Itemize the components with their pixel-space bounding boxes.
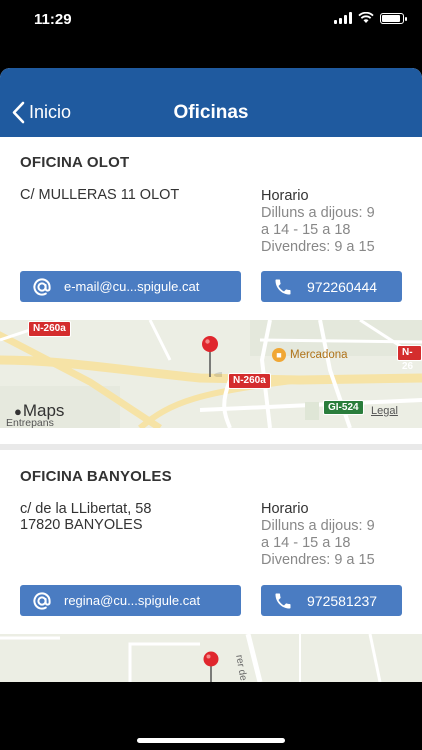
page-title: Oficinas: [173, 102, 249, 123]
office-hours: Horario Dilluns a dijous: 9 a 14 - 15 a …: [261, 188, 411, 256]
hours-line: a 14 - 15 a 18: [261, 222, 351, 238]
status-bar: 11:29: [0, 0, 422, 40]
hours-line: Dilluns a dijous: 9: [261, 205, 375, 221]
office-address: c/ de la LLibertat, 58 17820 BANYOLES: [20, 501, 240, 533]
hours-line: Divendres: 9 a 15: [261, 239, 375, 255]
road-shield: N-260a: [228, 373, 271, 389]
poi-mercadona[interactable]: ■ Mercadona: [272, 348, 348, 362]
wifi-icon: [358, 12, 374, 23]
map-banyoles[interactable]: rer de Sant: [0, 634, 422, 682]
cellular-signal-icon: [334, 12, 352, 24]
phone-icon: [275, 593, 291, 609]
home-indicator[interactable]: [137, 738, 285, 743]
hours-title: Horario: [261, 188, 309, 204]
email-button[interactable]: e-mail@cu...spigule.cat: [20, 271, 241, 302]
map-pin-icon[interactable]: [200, 335, 222, 377]
office-name: OFICINA OLOT: [20, 154, 130, 171]
office-name: OFICINA BANYOLES: [20, 468, 172, 485]
hours-title: Horario: [261, 501, 309, 517]
hours-line: Dilluns a dijous: 9: [261, 518, 375, 534]
road-shield: N-260a: [28, 321, 71, 337]
phone-button[interactable]: 972581237: [261, 585, 402, 616]
road-shield: N-26: [397, 345, 422, 372]
office-card-banyoles: OFICINA BANYOLES c/ de la LLibertat, 58 …: [0, 450, 422, 634]
legal-link[interactable]: Legal: [371, 405, 398, 417]
phone-button[interactable]: 972260444: [261, 271, 402, 302]
status-time: 11:29: [34, 11, 72, 28]
road-shield: GI-524: [323, 400, 364, 415]
at-sign-icon: [33, 592, 51, 610]
email-text: e-mail@cu...spigule.cat: [64, 279, 200, 294]
navigation-bar: Inicio Oficinas: [0, 68, 422, 137]
shopping-cart-icon: ■: [272, 348, 286, 362]
hours-line: Divendres: 9 a 15: [261, 552, 375, 568]
phone-icon: [275, 279, 291, 295]
at-sign-icon: [33, 278, 51, 296]
address-line: C/ MULLERAS 11 OLOT: [20, 187, 180, 203]
hours-line: a 14 - 15 a 18: [261, 535, 351, 551]
status-icons: [334, 12, 407, 24]
map-olot[interactable]: N-260a N-260a N-26 GI-524 ■ Mercadona ● …: [0, 320, 422, 428]
email-button[interactable]: regina@cu...spigule.cat: [20, 585, 241, 616]
map-partial-label: Entrepans: [6, 417, 54, 428]
address-line: 17820 BANYOLES: [20, 517, 143, 533]
office-address: C/ MULLERAS 11 OLOT: [20, 187, 240, 203]
poi-label: Mercadona: [290, 349, 348, 361]
battery-icon: [380, 12, 407, 24]
email-text: regina@cu...spigule.cat: [64, 593, 201, 608]
app-sheet: Inicio Oficinas OFICINA OLOT C/ MULLERAS…: [0, 68, 422, 682]
office-hours: Horario Dilluns a dijous: 9 a 14 - 15 a …: [261, 501, 411, 569]
map-pin-icon[interactable]: [201, 651, 223, 682]
address-line: c/ de la LLibertat, 58: [20, 501, 152, 517]
office-card-olot: OFICINA OLOT C/ MULLERAS 11 OLOT Horario…: [0, 137, 422, 320]
